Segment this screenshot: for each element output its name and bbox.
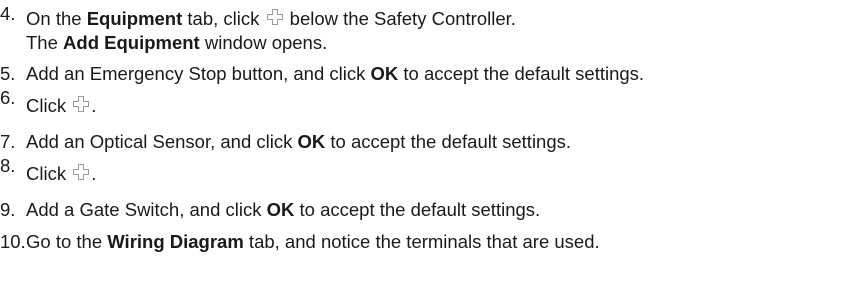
step-text: On the Equipment tab, click below the Sa… — [26, 8, 516, 30]
text-run: . — [91, 163, 97, 184]
text-run: Go to the — [26, 231, 108, 252]
plus-outline-icon — [72, 95, 90, 113]
step-text: Click . — [26, 163, 96, 185]
step-number: 7. — [0, 131, 16, 152]
text-run: to accept the default settings. — [325, 131, 572, 152]
step-text: Add an Optical Sensor, and click OK to a… — [26, 131, 571, 153]
text-run: On the — [26, 8, 87, 29]
text-run: The — [26, 32, 64, 53]
text-run: below the Safety Controller. — [284, 8, 516, 29]
ui-term-ok-button: OK — [370, 63, 399, 84]
text-run: Click — [26, 163, 72, 184]
ui-term-equipment-tab: Equipment — [86, 8, 183, 29]
instruction-steps: 4. On the Equipment tab, click below the… — [0, 0, 864, 288]
step-text: The Add Equipment window opens. — [26, 32, 327, 54]
text-run: tab, click — [182, 8, 265, 29]
text-run: Add an Emergency Stop button, and click — [26, 63, 371, 84]
text-run: to accept the default settings. — [398, 63, 645, 84]
ui-term-ok-button: OK — [297, 131, 326, 152]
text-run: Add an Optical Sensor, and click — [26, 131, 298, 152]
ui-term-ok-button: OK — [266, 199, 295, 220]
step-number: 8. — [0, 155, 16, 176]
text-run: window opens. — [199, 32, 328, 53]
step-number: 9. — [0, 199, 16, 220]
ui-term-add-equipment-window: Add Equipment — [63, 32, 200, 53]
step-text: Add a Gate Switch, and click OK to accep… — [26, 199, 540, 221]
step-number: 6. — [0, 87, 16, 108]
text-run: tab, and notice the terminals that are u… — [243, 231, 600, 252]
step-text: Go to the Wiring Diagram tab, and notice… — [26, 231, 600, 253]
text-run: Add a Gate Switch, and click — [26, 199, 267, 220]
step-number: 4. — [0, 3, 16, 24]
text-run: Click — [26, 95, 72, 116]
step-text: Add an Emergency Stop button, and click … — [26, 63, 644, 85]
plus-outline-icon — [72, 163, 90, 181]
text-run: to accept the default settings. — [294, 199, 541, 220]
step-number: 10. — [0, 231, 26, 252]
plus-outline-icon — [266, 8, 284, 26]
step-text: Click . — [26, 95, 96, 117]
ui-term-wiring-diagram-tab: Wiring Diagram — [107, 231, 244, 252]
step-number: 5. — [0, 63, 16, 84]
text-run: . — [91, 95, 97, 116]
